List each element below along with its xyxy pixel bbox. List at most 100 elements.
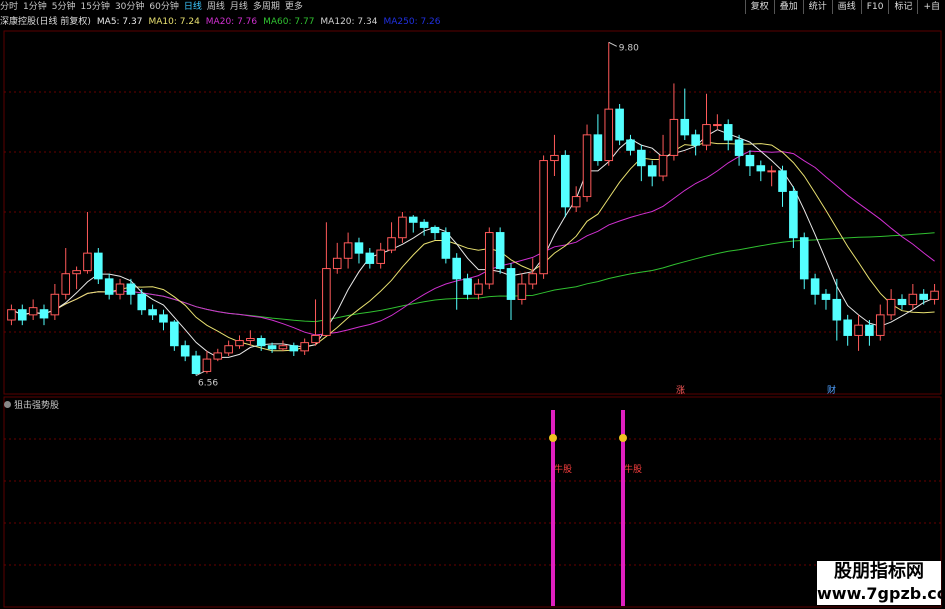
candle-body: [832, 298, 842, 321]
candle-body: [691, 134, 700, 146]
candle-body: [658, 154, 668, 177]
candle-body: [843, 319, 852, 336]
candle-body: [72, 270, 81, 275]
candle-body: [354, 242, 364, 254]
candle-body: [311, 334, 320, 344]
signal-label: 牛股: [624, 463, 642, 475]
candle-body: [897, 298, 907, 306]
signal-label: 牛股: [554, 463, 572, 475]
indicator-panel-title: 狙击强势股: [4, 398, 59, 411]
candle-body: [647, 165, 657, 177]
candle-body: [919, 293, 929, 300]
candle-body: [180, 345, 190, 357]
candle-body: [875, 314, 885, 336]
candle-body: [83, 252, 92, 272]
candle-body: [430, 226, 440, 234]
kline-chart: 9.80 6.56 涨 财牛股 牛股: [3, 30, 942, 608]
candle-body: [278, 345, 288, 350]
candle-body: [821, 293, 831, 300]
candle-body: [213, 352, 223, 360]
candle-body: [561, 154, 570, 208]
candle-body: [137, 293, 147, 311]
candle-body: [148, 309, 157, 316]
candle-body: [246, 338, 255, 342]
candle-body: [39, 309, 49, 319]
candle-body: [865, 324, 874, 336]
candle-body: [115, 283, 125, 295]
candle-body: [235, 340, 244, 347]
candle-body: [745, 154, 755, 167]
candle-body: [7, 309, 16, 321]
candle-body: [723, 124, 733, 141]
candle-body: [28, 307, 38, 316]
candle-body: [343, 242, 353, 259]
candle-body: [604, 108, 614, 162]
candle-body: [930, 290, 939, 300]
candle-body: [170, 321, 179, 347]
candle-body: [495, 232, 505, 270]
candle-body: [767, 170, 776, 173]
candle-body: [615, 108, 624, 141]
candle-body: [463, 278, 472, 295]
candle-body: [484, 232, 494, 285]
candle-body: [593, 134, 603, 162]
watermark-logo: 股朋指标网 www.7gpzb.com: [817, 561, 945, 605]
candle-body: [224, 345, 233, 354]
candle-body: [734, 139, 744, 156]
candle-body: [778, 170, 787, 192]
candle-body: [365, 252, 375, 264]
watermark-url: www.7gpzb.com: [817, 584, 945, 603]
candle-body: [474, 283, 483, 295]
signal-dot: [549, 434, 557, 442]
ma20-line: [11, 150, 935, 336]
ma5-line: [11, 129, 935, 358]
candle-body: [550, 154, 559, 162]
candle-body: [528, 273, 538, 285]
candle-body: [669, 118, 679, 156]
candle-body: [799, 237, 809, 280]
high-pointer: [608, 41, 617, 47]
watermark-title: 股朋指标网: [834, 561, 924, 582]
candle-body: [17, 309, 27, 321]
candle-body: [680, 118, 690, 136]
ma10-line: [11, 141, 935, 352]
candle-body: [702, 124, 711, 146]
candle-body: [713, 124, 722, 127]
candle-body: [256, 338, 266, 347]
candle-body: [332, 257, 342, 270]
candle-body: [387, 237, 396, 251]
candle-body: [789, 190, 798, 239]
indicator-dot-icon: [4, 401, 11, 408]
candle-body: [408, 216, 418, 223]
candle-body: [886, 298, 896, 316]
candle-body: [61, 273, 71, 295]
candle-body: [289, 345, 299, 352]
candle-body: [756, 165, 766, 172]
candle-body: [539, 160, 548, 275]
candle-body: [854, 324, 863, 336]
candle-body: [908, 293, 918, 306]
candle-body: [94, 252, 103, 280]
candle-body: [322, 268, 331, 336]
high-price-label: 9.80: [619, 43, 639, 53]
candle-body: [452, 257, 462, 280]
candle-body: [517, 283, 527, 300]
candle-body: [191, 355, 201, 374]
low-price-label: 6.56: [198, 379, 218, 389]
signal-dot: [619, 434, 627, 442]
candle-body: [441, 232, 451, 259]
candle-body: [104, 278, 114, 295]
candle-body: [637, 149, 646, 167]
candle-body: [126, 283, 136, 295]
candle-body: [376, 249, 385, 264]
candle-body: [810, 278, 820, 295]
tag-zhang: 涨: [676, 385, 685, 396]
candle-body: [267, 345, 277, 350]
tag-cai: 财: [827, 384, 836, 396]
candle-body: [202, 358, 212, 372]
candle-body: [626, 139, 635, 151]
candle-body: [506, 268, 516, 300]
indicator-name: 狙击强势股: [14, 401, 60, 411]
candle-body: [300, 342, 309, 352]
candle-body: [50, 293, 60, 316]
